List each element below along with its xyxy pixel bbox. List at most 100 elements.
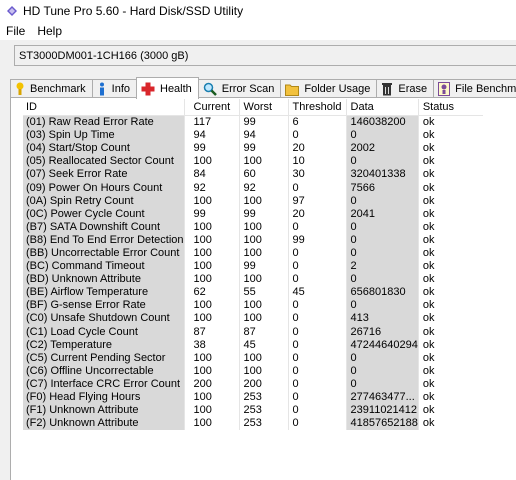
table-row[interactable]: (BE) Airflow Temperature 62 55 45 656801830 o… — [23, 286, 483, 300]
tab-error-scan[interactable]: Error Scan — [197, 79, 282, 98]
cell-data: 2 — [345, 260, 419, 274]
cell-id: (BB) Uncorrectable Error Count — [23, 246, 185, 261]
table-row[interactable]: (F1) Unknown Attribute 100 253 0 23911021412… — [23, 404, 483, 418]
table-row[interactable]: (C1) Load Cycle Count 87 87 0 26716 ok — [23, 325, 483, 339]
table-row[interactable]: (04) Start/Stop Count 99 99 20 2002 ok — [23, 142, 483, 156]
cell-threshold: 0 — [287, 325, 347, 339]
cell-status: ok — [417, 246, 483, 261]
column-header-worst[interactable]: Worst — [238, 99, 289, 116]
cell-current: 100 — [183, 233, 240, 247]
menu-bar: File Help — [0, 22, 516, 40]
cell-data: 0 — [345, 351, 419, 365]
cell-worst: 100 — [238, 364, 289, 378]
cell-data: 656801830 — [345, 286, 419, 300]
tab-label: Error Scan — [221, 83, 275, 95]
cell-data: 23911021412 — [345, 404, 419, 418]
table-row[interactable]: (09) Power On Hours Count 92 92 0 7566 ok — [23, 181, 483, 195]
table-row[interactable]: (BD) Unknown Attribute 100 100 0 0 ok — [23, 273, 483, 287]
column-header-data[interactable]: Data — [345, 99, 419, 116]
cell-threshold: 20 — [287, 142, 347, 156]
column-header-status[interactable]: Status — [417, 99, 483, 116]
table-row[interactable]: (0A) Spin Retry Count 100 100 97 0 ok — [23, 194, 483, 208]
table-row[interactable]: (0C) Power Cycle Count 99 99 20 2041 ok — [23, 207, 483, 221]
title-bar[interactable]: HD Tune Pro 5.60 - Hard Disk/SSD Utility — [0, 0, 516, 22]
cell-id: (F0) Head Flying Hours — [23, 390, 185, 405]
app-window: HD Tune Pro 5.60 - Hard Disk/SSD Utility… — [0, 0, 516, 480]
cell-status: ok — [417, 312, 483, 326]
trash-icon — [381, 82, 398, 96]
column-header-id[interactable]: ID — [23, 99, 185, 116]
table-row[interactable]: (F2) Unknown Attribute 100 253 0 41857652188… — [23, 417, 483, 431]
cell-worst: 94 — [238, 129, 289, 143]
cell-threshold: 0 — [287, 246, 347, 261]
cell-data: 0 — [345, 299, 419, 313]
column-header-threshold[interactable]: Threshold — [287, 99, 347, 116]
table-row[interactable]: (BC) Command Timeout 100 99 0 2 ok — [23, 260, 483, 274]
table-row[interactable]: (07) Seek Error Rate 84 60 30 320401338 ok — [23, 168, 483, 182]
cell-status: ok — [417, 181, 483, 195]
table-row[interactable]: (05) Reallocated Sector Count 100 100 10 0 ok — [23, 155, 483, 169]
table-row[interactable]: (BB) Uncorrectable Error Count 100 100 0 0 ok — [23, 246, 483, 261]
column-header-current[interactable]: Current — [183, 99, 240, 116]
cell-threshold: 0 — [287, 417, 347, 431]
file-benchmark-icon — [438, 82, 455, 96]
tab-file-benchmark[interactable]: File Benchmark — [433, 79, 516, 98]
table-row[interactable]: (B7) SATA Downshift Count 100 100 0 0 ok — [23, 220, 483, 234]
cell-current: 100 — [183, 194, 240, 208]
tab-benchmark[interactable]: Benchmark — [10, 79, 93, 98]
cell-threshold: 30 — [287, 168, 347, 182]
cell-current: 117 — [183, 115, 240, 130]
cell-id: (BE) Airflow Temperature — [23, 286, 185, 300]
table-row[interactable]: (BF) G-sense Error Rate 100 100 0 0 ok — [23, 299, 483, 313]
cell-status: ok — [417, 115, 483, 130]
cell-worst: 200 — [238, 377, 289, 391]
health-panel: ID Current Worst Threshold Data Status (… — [10, 97, 516, 480]
cell-status: ok — [417, 168, 483, 182]
table-row[interactable]: (F0) Head Flying Hours 100 253 0 277463477..… — [23, 390, 483, 405]
cell-status: ok — [417, 194, 483, 208]
tab-health[interactable]: Health — [136, 77, 199, 99]
cell-threshold: 10 — [287, 155, 347, 169]
cell-data: 47244640294 — [345, 338, 419, 352]
cell-status: ok — [417, 338, 483, 352]
cell-current: 38 — [183, 338, 240, 352]
cell-threshold: 0 — [287, 390, 347, 405]
drive-select[interactable]: ST3000DM001-1CH166 (3000 gB) — [14, 45, 516, 66]
table-row[interactable]: (03) Spin Up Time 94 94 0 0 ok — [23, 129, 483, 143]
cell-data: 320401338 — [345, 168, 419, 182]
cell-status: ok — [417, 260, 483, 274]
cell-worst: 100 — [238, 351, 289, 365]
cell-data: 26716 — [345, 325, 419, 339]
cell-current: 200 — [183, 377, 240, 391]
cell-worst: 100 — [238, 220, 289, 234]
table-row[interactable]: (B8) End To End Error Detection 100 100 99 0… — [23, 233, 483, 247]
table-row[interactable]: (C6) Offline Uncorrectable 100 100 0 0 ok — [23, 364, 483, 378]
tab-folder-usage[interactable]: Folder Usage — [280, 79, 378, 98]
table-row[interactable]: (01) Raw Read Error Rate 117 99 6 146038200 o… — [23, 115, 483, 130]
table-row[interactable]: (C5) Current Pending Sector 100 100 0 0 ok — [23, 351, 483, 365]
cell-status: ok — [417, 404, 483, 418]
cell-data: 0 — [345, 273, 419, 287]
cell-data: 2041 — [345, 207, 419, 221]
cell-status: ok — [417, 299, 483, 313]
cell-threshold: 0 — [287, 181, 347, 195]
cell-current: 87 — [183, 325, 240, 339]
cell-worst: 100 — [238, 246, 289, 261]
table-row[interactable]: (C7) Interface CRC Error Count 200 200 0 0 ok — [23, 377, 483, 391]
cell-id: (BD) Unknown Attribute — [23, 273, 185, 287]
menu-help[interactable]: Help — [31, 24, 68, 38]
table-row[interactable]: (C0) Unsafe Shutdown Count 100 100 0 413 ok — [23, 312, 483, 326]
tab-info[interactable]: Info — [91, 79, 137, 98]
cell-current: 100 — [183, 260, 240, 274]
smart-table: ID Current Worst Threshold Data Status (… — [23, 99, 483, 431]
tab-label: Health — [160, 82, 192, 95]
menu-file[interactable]: File — [0, 24, 31, 38]
cell-threshold: 99 — [287, 233, 347, 247]
tab-label: File Benchmark — [455, 83, 516, 95]
cell-current: 84 — [183, 168, 240, 182]
tab-label: Benchmark — [30, 83, 86, 95]
table-row[interactable]: (C2) Temperature 38 45 0 47244640294 ok — [23, 338, 483, 352]
cell-current: 100 — [183, 364, 240, 378]
cell-current: 100 — [183, 246, 240, 261]
tab-erase[interactable]: Erase — [376, 79, 435, 98]
